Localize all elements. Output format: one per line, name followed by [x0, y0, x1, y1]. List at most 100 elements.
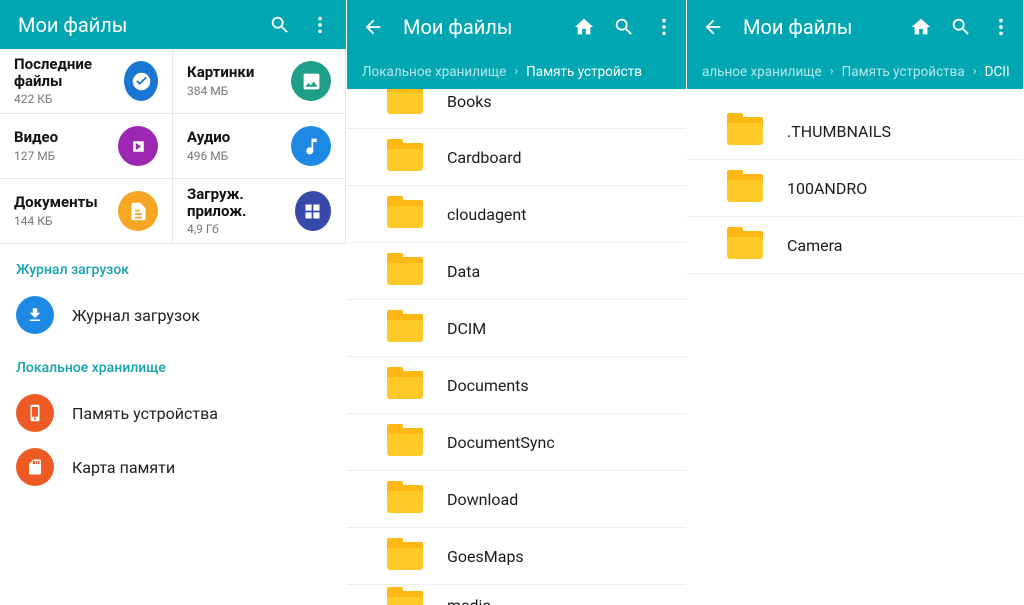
category-audio[interactable]: Аудио 496 МБ [173, 114, 346, 179]
image-icon [291, 61, 331, 101]
overflow-menu-icon[interactable] [308, 13, 332, 37]
panel-dcim: Мои файлы альное хранилище › Память устр… [687, 0, 1024, 605]
folder-label: Data [447, 262, 480, 281]
back-icon[interactable] [701, 15, 725, 39]
home-icon[interactable] [909, 15, 933, 39]
breadcrumb-item[interactable]: Память устройств [523, 64, 645, 80]
folder-label: Camera [787, 236, 842, 255]
category-title: Загруж. прилож. [187, 186, 295, 221]
search-icon[interactable] [612, 15, 636, 39]
breadcrumb-item[interactable]: DCII [982, 64, 1013, 80]
breadcrumb-item[interactable]: альное хранилище [699, 64, 825, 80]
folder-label: .THUMBNAILS [787, 122, 891, 141]
panel-device-storage: Мои файлы Локальное хранилище › Память у… [347, 0, 687, 605]
audio-icon [291, 126, 331, 166]
category-images[interactable]: Картинки 384 МБ [173, 49, 346, 114]
folder-icon [387, 428, 423, 456]
downloads-log-row[interactable]: Журнал загрузок [0, 288, 346, 342]
folder-row[interactable]: GoesMaps [347, 528, 686, 585]
overflow-menu-icon[interactable] [989, 15, 1013, 39]
folder-icon [387, 257, 423, 285]
folder-row[interactable]: DocumentSync [347, 414, 686, 471]
chevron-right-icon: › [825, 64, 839, 79]
category-recent[interactable]: Последние файлы 422 КБ [0, 49, 173, 114]
folder-row[interactable]: Cardboard [347, 129, 686, 186]
folder-label: DocumentSync [447, 433, 555, 452]
row-label: Журнал загрузок [72, 306, 200, 325]
home-icon[interactable] [572, 15, 596, 39]
category-size: 422 КБ [14, 92, 124, 106]
category-documents[interactable]: Документы 144 КБ [0, 179, 173, 244]
folder-row[interactable]: Data [347, 243, 686, 300]
sd-card-icon [16, 448, 54, 486]
folder-icon [387, 591, 423, 605]
folder-icon [727, 117, 763, 145]
folder-label: Documents [447, 376, 529, 395]
category-apps[interactable]: Загруж. прилож. 4,9 Гб [173, 179, 346, 244]
folder-label: cloudagent [447, 205, 526, 224]
folder-label: GoesMaps [447, 547, 524, 566]
folder-row[interactable]: 100ANDRO [687, 160, 1023, 217]
category-size: 144 КБ [14, 214, 98, 228]
video-icon [118, 126, 158, 166]
app-header: Мои файлы [687, 0, 1023, 54]
phone-icon [16, 394, 54, 432]
device-storage-row[interactable]: Память устройства [0, 386, 346, 440]
category-grid: Последние файлы 422 КБ Картинки 384 МБ В… [0, 49, 346, 244]
search-icon[interactable] [268, 13, 292, 37]
apps-icon [295, 191, 331, 231]
category-video[interactable]: Видео 127 МБ [0, 114, 173, 179]
folder-row[interactable]: Download [347, 471, 686, 528]
folder-icon [387, 314, 423, 342]
app-title: Мои файлы [403, 15, 556, 39]
category-size: 496 МБ [187, 149, 230, 163]
search-icon[interactable] [949, 15, 973, 39]
folder-icon [387, 200, 423, 228]
category-title: Видео [14, 129, 58, 146]
folder-row[interactable]: Camera [687, 217, 1023, 274]
row-label: Память устройства [72, 404, 218, 423]
folder-icon [727, 174, 763, 202]
app-title: Мои файлы [743, 15, 893, 39]
breadcrumb: Локальное хранилище › Память устройств [347, 54, 686, 89]
breadcrumb-item[interactable]: Локальное хранилище [359, 64, 509, 80]
folder-row[interactable]: Books [347, 89, 686, 129]
folder-row[interactable]: Documents [347, 357, 686, 414]
back-icon[interactable] [361, 15, 385, 39]
category-title: Последние файлы [14, 56, 124, 91]
folder-icon [387, 485, 423, 513]
chevron-right-icon: › [509, 64, 523, 79]
folder-label: 100ANDRO [787, 179, 867, 198]
folder-row[interactable]: .THUMBNAILS [687, 103, 1023, 160]
category-title: Аудио [187, 129, 230, 146]
folder-row[interactable]: cloudagent [347, 186, 686, 243]
recent-icon [124, 61, 158, 101]
folder-label: DCIM [447, 319, 486, 338]
app-header: Мои файлы [0, 0, 346, 49]
folder-icon [387, 371, 423, 399]
folder-list[interactable]: .THUMBNAILS 100ANDRO Camera [687, 89, 1023, 605]
overflow-menu-icon[interactable] [652, 15, 676, 39]
folder-label: Books [447, 92, 492, 111]
app-header: Мои файлы [347, 0, 686, 54]
row-label: Карта памяти [72, 458, 175, 477]
folder-icon [387, 89, 423, 114]
section-downloads-title: Журнал загрузок [0, 244, 346, 288]
category-size: 4,9 Гб [187, 222, 295, 236]
folder-row[interactable]: DCIM [347, 300, 686, 357]
folder-icon [727, 231, 763, 259]
sd-card-row[interactable]: Карта памяти [0, 440, 346, 494]
folder-list[interactable]: Books Cardboard cloudagent Data DCIM Doc… [347, 89, 686, 605]
folder-label: Cardboard [447, 148, 522, 167]
breadcrumb-item[interactable]: Память устройства [839, 64, 968, 80]
category-size: 384 МБ [187, 84, 254, 98]
section-storage-title: Локальное хранилище [0, 342, 346, 386]
folder-icon [387, 542, 423, 570]
chevron-right-icon: › [968, 64, 982, 79]
folder-icon [387, 143, 423, 171]
folder-row[interactable]: media [347, 585, 686, 605]
folder-label: media [447, 596, 491, 605]
folder-label: Download [447, 490, 518, 509]
document-icon [118, 191, 158, 231]
category-title: Картинки [187, 64, 254, 81]
